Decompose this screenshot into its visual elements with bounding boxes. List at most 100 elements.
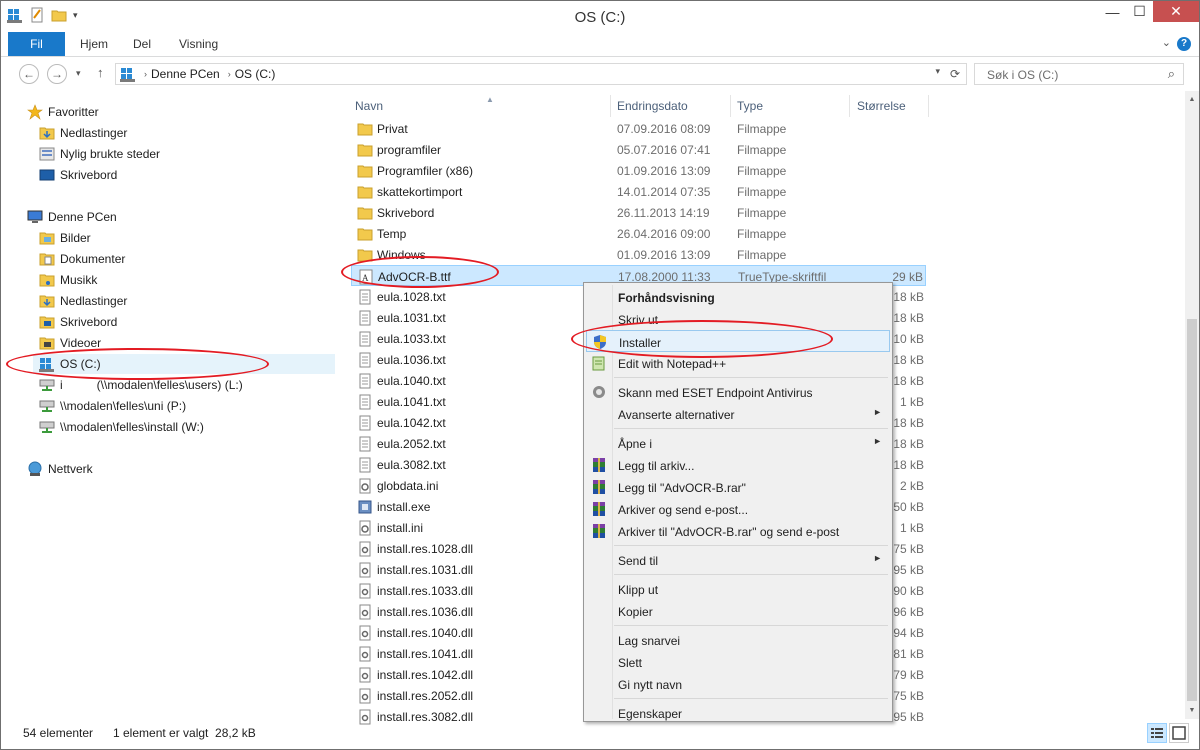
folder-icon (357, 228, 373, 241)
nav-this-pc[interactable]: Denne PCen (27, 207, 117, 227)
search-box[interactable]: Søk i OS (C:) ⌕ (974, 63, 1184, 85)
scroll-up-icon[interactable]: ▲ (1185, 91, 1199, 108)
minimize-button[interactable]: — (1099, 1, 1126, 22)
menu-item-slett[interactable]: Slett (586, 651, 890, 673)
file-row[interactable]: skattekortimport 14.01.2014 07:35 Filmappe (351, 181, 926, 202)
nav-drive-w[interactable]: \\modalen\felles\install (W:) (39, 417, 204, 437)
menu-item-forhåndsvisning[interactable]: Forhåndsvisning (586, 286, 890, 308)
file-row[interactable]: programfiler 05.07.2016 07:41 Filmappe (351, 139, 926, 160)
menu-item-installer[interactable]: Installer (586, 330, 890, 352)
file-size: 18 kB (893, 311, 924, 325)
file-row[interactable]: Windows 01.09.2016 13:09 Filmappe (351, 244, 926, 265)
nav-favorites[interactable]: Favoritter (27, 102, 99, 122)
menu-item-kopier[interactable]: Kopier (586, 600, 890, 622)
large-icons-view-button[interactable] (1169, 723, 1189, 743)
menu-item-send-til[interactable]: Send til ► (586, 549, 890, 571)
menu-item-label: Åpne i (618, 437, 653, 451)
nav-network[interactable]: Nettverk (27, 459, 93, 479)
nav-desktop-pc[interactable]: Skrivebord (39, 312, 117, 332)
folder-icon (357, 144, 373, 157)
nav-desktop[interactable]: Skrivebord (39, 165, 117, 185)
chevron-right-icon[interactable]: › (228, 69, 231, 79)
tab-view[interactable]: Visning (179, 32, 218, 56)
menu-item-edit-with-notepad[interactable]: Edit with Notepad++ (586, 352, 890, 374)
up-button[interactable]: ↑ (97, 65, 104, 80)
tab-share[interactable]: Del (133, 32, 151, 56)
nav-drive-p[interactable]: \\modalen\felles\uni (P:) (39, 396, 186, 416)
chevron-right-icon[interactable]: › (144, 69, 147, 79)
help-icon[interactable]: ? (1177, 37, 1191, 51)
breadcrumb-os-c[interactable]: OS (C:) (235, 67, 276, 81)
menu-item-lag-snarvei[interactable]: Lag snarvei (586, 629, 890, 651)
menu-item-skann-med-eset-endpoint-antivirus[interactable]: Skann med ESET Endpoint Antivirus (586, 381, 890, 403)
search-icon[interactable]: ⌕ (1168, 66, 1175, 82)
menu-item-skriv-ut[interactable]: Skriv ut (586, 308, 890, 330)
address-dropdown-icon[interactable]: ▾ (935, 66, 940, 77)
column-header-type[interactable]: Type (731, 95, 849, 117)
nav-pictures[interactable]: Bilder (39, 228, 91, 248)
column-header-size[interactable]: Størrelse (851, 95, 927, 117)
menu-item-klipp-ut[interactable]: Klipp ut (586, 578, 890, 600)
nav-recent-places[interactable]: Nylig brukte steder (39, 144, 160, 164)
menu-item-legg-til-arkiv[interactable]: Legg til arkiv... (586, 454, 890, 476)
tab-file[interactable]: Fil (8, 32, 65, 56)
vertical-scrollbar[interactable]: ▲ ▼ (1185, 91, 1199, 719)
menu-item-label: Legg til arkiv... (618, 459, 695, 473)
recent-locations-icon[interactable]: ▾ (76, 68, 81, 79)
nav-os-c[interactable]: OS (C:) (33, 354, 335, 374)
breadcrumb-this-pc[interactable]: Denne PCen (151, 67, 220, 81)
file-row[interactable]: Privat 07.09.2016 08:09 Filmappe (351, 118, 926, 139)
nav-music[interactable]: Musikk (39, 270, 97, 290)
file-name: install.res.1041.dll (377, 647, 474, 661)
column-divider[interactable] (849, 95, 850, 117)
scroll-thumb[interactable] (1187, 319, 1197, 701)
forward-button[interactable]: → (47, 64, 67, 84)
menu-item-egenskaper[interactable]: Egenskaper (586, 702, 890, 724)
file-type: Filmappe (737, 143, 787, 157)
recent-places-icon (39, 147, 55, 161)
address-bar[interactable]: › Denne PCen › OS (C:) ▾ ⟳ (115, 63, 967, 85)
expand-ribbon-icon[interactable]: ⌄ (1162, 36, 1171, 49)
file-date: 07.09.2016 08:09 (617, 122, 711, 136)
file-name: install.res.1042.dll (377, 668, 474, 682)
menu-item-label: Arkiver og send e-post... (618, 503, 749, 517)
search-input[interactable]: Søk i OS (C:) (987, 68, 1058, 82)
file-name: eula.2052.txt (377, 437, 446, 451)
file-size: 18 kB (893, 458, 924, 472)
column-divider[interactable] (928, 95, 929, 117)
nav-videos[interactable]: Videoer (39, 333, 101, 353)
menu-item-gi-nytt-navn[interactable]: Gi nytt navn (586, 673, 890, 695)
nav-documents[interactable]: Dokumenter (39, 249, 125, 269)
file-name: Privat (377, 122, 408, 136)
nav-downloads[interactable]: Nedlastinger (39, 123, 127, 143)
tab-home[interactable]: Hjem (80, 32, 108, 56)
menu-item-arkiver-og-send-e-post[interactable]: Arkiver og send e-post... (586, 498, 890, 520)
nav-downloads-pc[interactable]: Nedlastinger (39, 291, 127, 311)
file-row[interactable]: Skrivebord 26.11.2013 14:19 Filmappe (351, 202, 926, 223)
file-row[interactable]: Programfiler (x86) 01.09.2016 13:09 Filmap… (351, 160, 926, 181)
menu-item-legg-til-advocr-b-rar[interactable]: Legg til "AdvOCR-B.rar" (586, 476, 890, 498)
title-bar[interactable]: ▾ OS (C:) — ☐ ✕ (1, 1, 1199, 32)
file-row[interactable]: Temp 26.04.2016 09:00 Filmappe (351, 223, 926, 244)
file-size: 75 kB (893, 542, 924, 556)
column-header-name[interactable]: Navn ▲ (349, 95, 609, 117)
refresh-icon[interactable]: ⟳ (950, 67, 960, 81)
back-button[interactable]: ← (19, 64, 39, 84)
details-view-button[interactable] (1147, 723, 1167, 743)
close-button[interactable]: ✕ (1153, 1, 1199, 22)
maximize-button[interactable]: ☐ (1126, 1, 1153, 22)
file-size: 1 kB (899, 521, 924, 535)
submenu-arrow-icon: ► (873, 436, 882, 446)
large-icons-view-icon (1172, 726, 1186, 740)
sort-ascending-icon: ▲ (486, 95, 494, 104)
nav-drive-l[interactable]: i (\\modalen\felles\users) (L:) (39, 375, 243, 395)
column-header-date[interactable]: Endringsdato (611, 95, 730, 117)
file-name: install.exe (377, 500, 431, 514)
window-title: OS (C:) (574, 9, 626, 26)
menu-item-arkiver-til-advocr-b-rar-og-send-e-post[interactable]: Arkiver til "AdvOCR-B.rar" og send e-pos… (586, 520, 890, 542)
menu-item-åpne-i[interactable]: Åpne i ► (586, 432, 890, 454)
file-name: eula.3082.txt (377, 458, 446, 472)
menu-item-avanserte-alternativer[interactable]: Avanserte alternativer ► (586, 403, 890, 425)
details-view-icon (1151, 728, 1163, 738)
scroll-down-icon[interactable]: ▼ (1185, 702, 1199, 719)
